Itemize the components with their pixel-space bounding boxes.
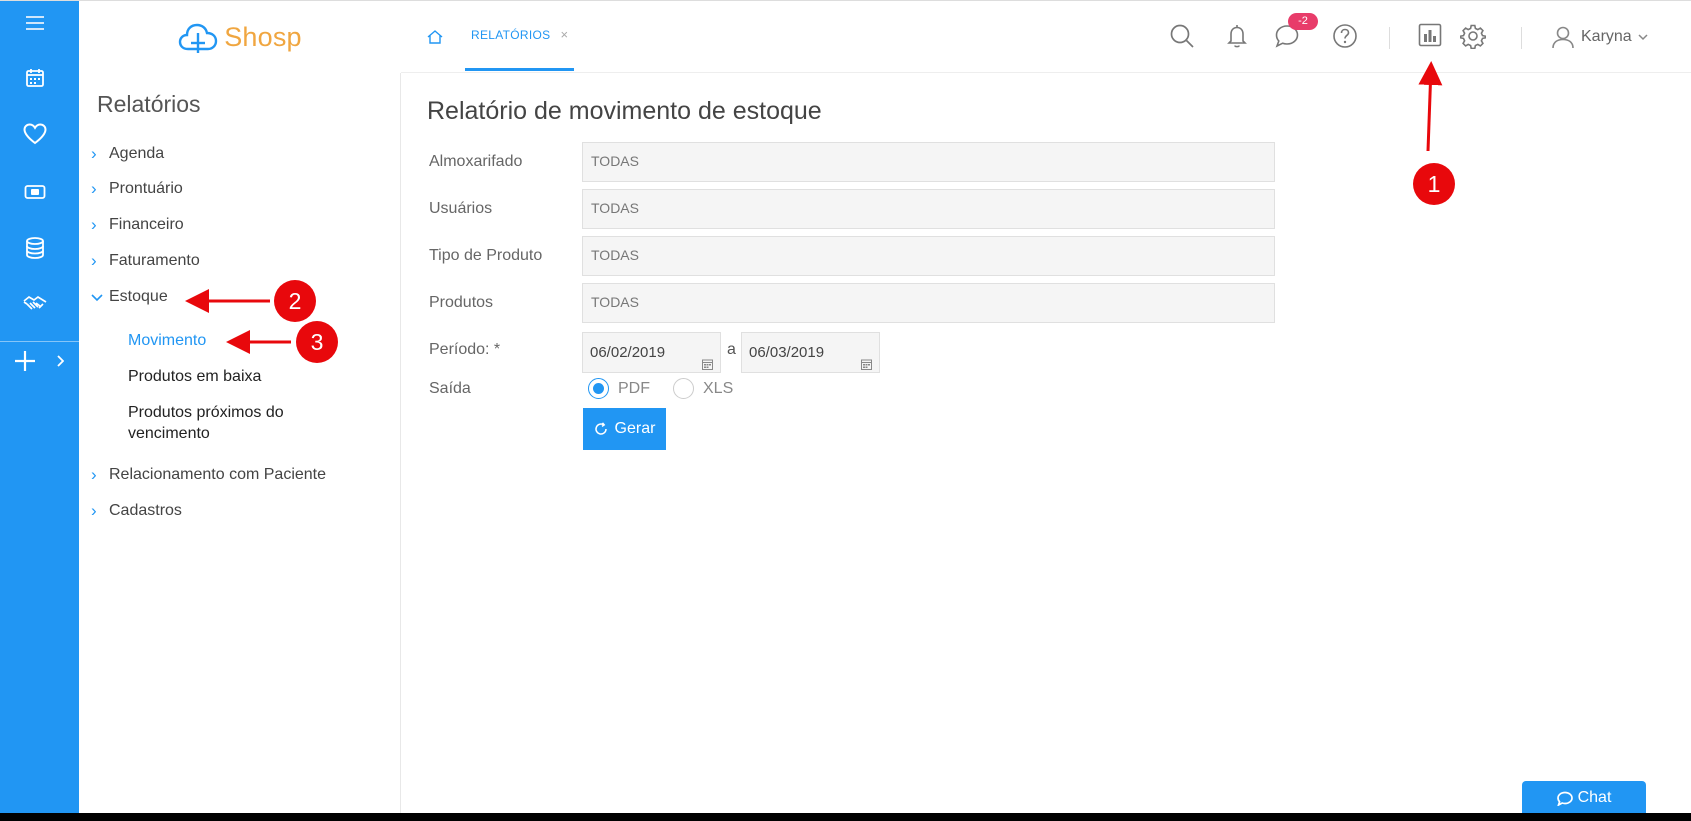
- sidebar-item-cadastros[interactable]: › Cadastros: [91, 501, 182, 521]
- tab-label: RELATÓRIOS: [471, 27, 551, 42]
- user-menu[interactable]: Karyna: [1551, 25, 1648, 49]
- radio-unchecked: [673, 378, 694, 399]
- chat-icon: [1556, 791, 1573, 806]
- help-icon[interactable]: [1332, 23, 1358, 54]
- plus-icon[interactable]: [0, 341, 50, 381]
- calendar-icon[interactable]: [861, 346, 872, 385]
- subitem-produtos-proximos-vencimento[interactable]: Produtos próximos do vencimento: [128, 402, 328, 444]
- sidebar-item-label: Cadastros: [109, 502, 182, 519]
- radio-label: PDF: [618, 379, 650, 397]
- chevron-right-icon: ›: [91, 501, 97, 520]
- field-label-usuarios: Usuários: [429, 200, 493, 217]
- close-icon[interactable]: ×: [560, 27, 568, 42]
- field-label-produtos: Produtos: [429, 294, 494, 311]
- sidebar-item-label: Prontuário: [109, 180, 183, 197]
- field-label-almoxarifado: Almoxarifado: [429, 153, 523, 170]
- sidebar-item-agenda[interactable]: › Agenda: [91, 144, 164, 164]
- annotation-marker-1: 1: [1413, 163, 1455, 205]
- chevron-right-icon: ›: [91, 215, 97, 234]
- generate-button[interactable]: Gerar: [583, 408, 666, 450]
- divider: [1521, 27, 1522, 49]
- refresh-icon: [594, 422, 607, 435]
- chevron-right-icon: ›: [91, 179, 97, 198]
- gear-icon[interactable]: [1459, 23, 1487, 54]
- chevron-down-icon: [1638, 33, 1648, 40]
- cloud-logo-icon: [179, 23, 218, 53]
- divider: [1389, 27, 1390, 49]
- period-end-date[interactable]: 06/03/2019: [741, 332, 880, 373]
- chevron-right-icon[interactable]: [50, 341, 70, 381]
- field-label-tipo-produto: Tipo de Produto: [429, 247, 543, 264]
- subitem-produtos-em-baixa[interactable]: Produtos em baixa: [128, 366, 261, 387]
- tipo-produto-select[interactable]: TODAS: [582, 236, 1275, 276]
- database-icon[interactable]: [0, 228, 70, 268]
- brand-logo[interactable]: Shosp: [79, 1, 401, 73]
- calendar-icon[interactable]: [0, 58, 70, 98]
- radio-label: XLS: [703, 379, 734, 397]
- chat-badge: -2: [1288, 13, 1318, 30]
- annotation-marker-3: 3: [296, 321, 338, 363]
- generate-label: Gerar: [614, 420, 656, 437]
- radio-pdf[interactable]: PDF: [588, 378, 650, 399]
- almoxarifado-select[interactable]: TODAS: [582, 142, 1275, 182]
- home-icon[interactable]: [427, 30, 443, 49]
- reports-sidebar: Relatórios › Agenda › Prontuário › Finan…: [79, 73, 401, 813]
- chevron-down-icon: [91, 287, 103, 307]
- brand-name: Shosp: [224, 21, 302, 52]
- sidebar-item-label: Agenda: [109, 145, 165, 162]
- top-bar: RELATÓRIOS × -2 Karyna: [401, 1, 1691, 73]
- chevron-right-icon: ›: [91, 144, 97, 163]
- tab-relatorios[interactable]: RELATÓRIOS ×: [465, 1, 575, 71]
- heart-icon[interactable]: [0, 114, 70, 154]
- sidebar-title: Relatórios: [97, 91, 201, 117]
- chat-button[interactable]: Chat: [1522, 781, 1646, 813]
- handshake-icon[interactable]: [0, 284, 70, 324]
- annotation-marker-2: 2: [274, 280, 316, 322]
- reports-chart-icon[interactable]: [1418, 23, 1442, 52]
- field-label-saida: Saída: [429, 380, 471, 397]
- radio-xls[interactable]: XLS: [673, 378, 733, 399]
- app-window: Shosp Relatórios › Agenda › Prontuário ›…: [0, 0, 1691, 813]
- period-start-date[interactable]: 06/02/2019: [582, 332, 721, 373]
- chevron-right-icon: ›: [91, 251, 97, 270]
- date-value: 06/03/2019: [749, 344, 825, 361]
- sidebar-item-financeiro[interactable]: › Financeiro: [91, 215, 184, 235]
- field-label-periodo: Período: *: [429, 341, 501, 358]
- radio-checked: [588, 378, 609, 399]
- produtos-select[interactable]: TODAS: [582, 283, 1275, 323]
- sidebar-item-faturamento[interactable]: › Faturamento: [91, 251, 200, 271]
- chat-label: Chat: [1577, 789, 1612, 806]
- sidebar-item-label: Estoque: [109, 288, 168, 305]
- usuarios-select[interactable]: TODAS: [582, 189, 1275, 229]
- icon-rail: [0, 1, 79, 813]
- search-icon[interactable]: [1169, 23, 1195, 54]
- user-name: Karyna: [1581, 28, 1632, 45]
- page-title: Relatório de movimento de estoque: [427, 97, 822, 125]
- sidebar-item-label: Relacionamento com Paciente: [109, 466, 327, 483]
- sidebar-item-label: Financeiro: [109, 216, 184, 233]
- user-icon: [1552, 26, 1574, 49]
- period-separator: a: [727, 341, 736, 358]
- subitem-movimento[interactable]: Movimento: [128, 330, 206, 351]
- sidebar-item-label: Faturamento: [109, 252, 200, 269]
- menu-icon[interactable]: [0, 3, 70, 43]
- sidebar-item-prontuario[interactable]: › Prontuário: [91, 179, 183, 199]
- bell-icon[interactable]: [1226, 23, 1248, 54]
- money-icon[interactable]: [0, 172, 70, 212]
- sidebar-item-estoque[interactable]: Estoque: [91, 287, 168, 307]
- main-content: Relatório de movimento de estoque Almoxa…: [401, 73, 1691, 813]
- date-value: 06/02/2019: [590, 344, 666, 361]
- sidebar-item-relacionamento[interactable]: › Relacionamento com Paciente: [91, 465, 326, 485]
- chevron-right-icon: ›: [91, 465, 97, 484]
